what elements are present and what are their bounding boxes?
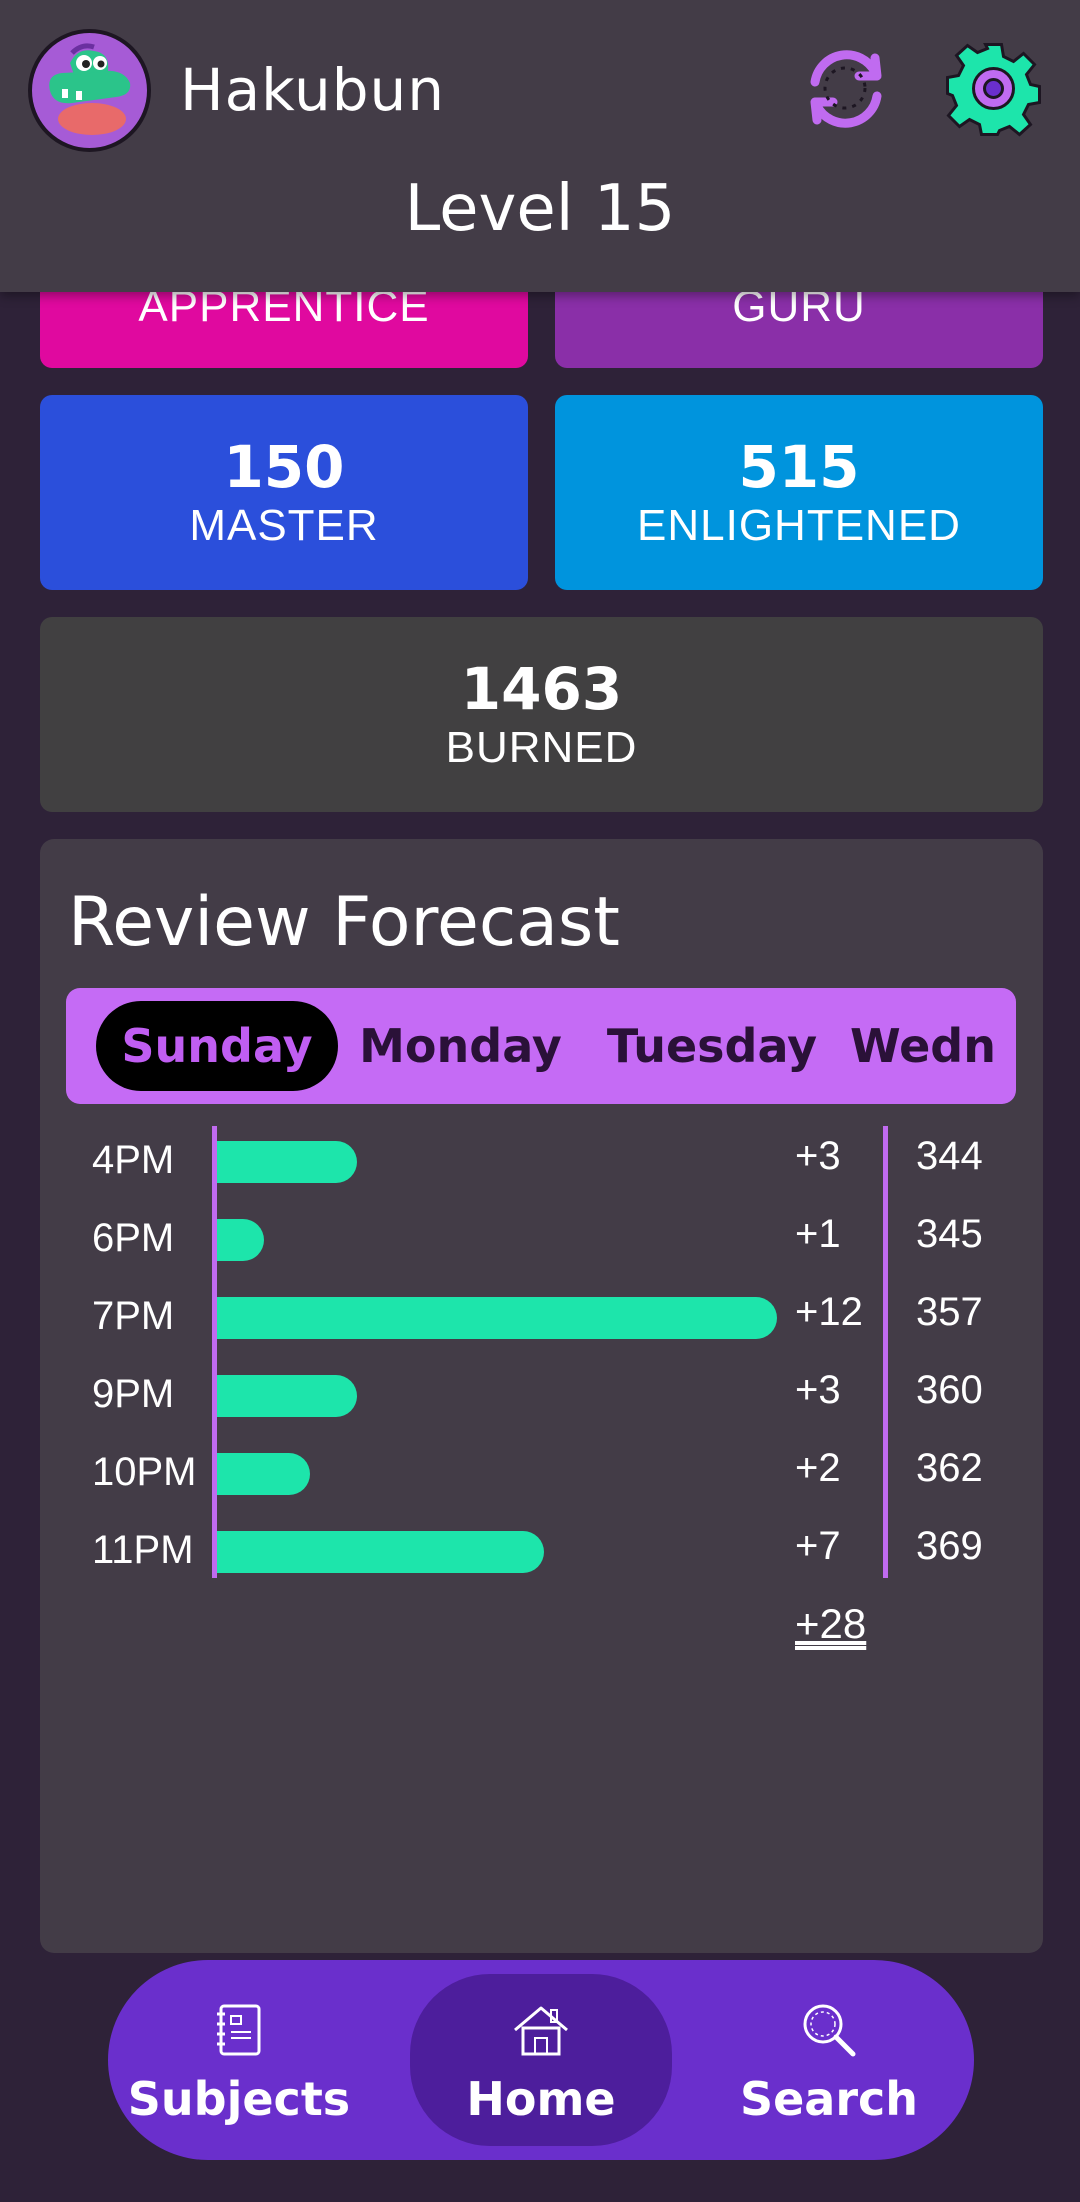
forecast-grid: 4PM +3 344 6PM +1 345 7PM +12 357 9PM +3 bbox=[40, 1126, 1043, 1647]
row-cumulative: 344 bbox=[916, 1134, 983, 1178]
forecast-row: 6PM +1 345 bbox=[40, 1204, 1043, 1282]
gear-icon[interactable] bbox=[945, 40, 1042, 137]
row-added: +3 bbox=[795, 1134, 841, 1178]
nav-subjects-label: Subjects bbox=[127, 2072, 351, 2126]
row-cumulative: 369 bbox=[916, 1524, 983, 1568]
nav-home-label: Home bbox=[466, 2072, 616, 2126]
master-count: 150 bbox=[223, 433, 345, 501]
forecast-row: 10PM +2 362 bbox=[40, 1438, 1043, 1516]
row-added: +7 bbox=[795, 1524, 841, 1568]
level-indicator: Level 15 bbox=[404, 172, 676, 246]
nav-home[interactable]: Home bbox=[410, 1974, 672, 2146]
nav-subjects[interactable]: Subjects bbox=[108, 1974, 370, 2146]
burned-card[interactable]: 1463 BURNED bbox=[40, 617, 1043, 812]
row-time: 10PM bbox=[92, 1450, 197, 1494]
forecast-row: 7PM +12 357 bbox=[40, 1282, 1043, 1360]
row-added: +3 bbox=[795, 1368, 841, 1412]
forecast-row: 4PM +3 344 bbox=[40, 1126, 1043, 1204]
row-cumulative: 357 bbox=[916, 1290, 983, 1334]
nav-search-label: Search bbox=[739, 2072, 919, 2126]
row-cumulative: 362 bbox=[916, 1446, 983, 1490]
master-label: MASTER bbox=[189, 501, 379, 550]
burned-count: 1463 bbox=[460, 655, 623, 723]
house-icon bbox=[511, 2000, 571, 2060]
row-bar bbox=[217, 1531, 544, 1573]
master-card[interactable]: 150 MASTER bbox=[40, 395, 528, 590]
row-time: 6PM bbox=[92, 1216, 175, 1260]
row-added: +1 bbox=[795, 1212, 841, 1256]
tab-tuesday[interactable]: Tuesday bbox=[596, 1001, 828, 1091]
row-bar bbox=[217, 1219, 264, 1261]
tab-sunday[interactable]: Sunday bbox=[96, 1001, 338, 1091]
nav-search[interactable]: Search bbox=[698, 1974, 960, 2146]
dashboard-screen: APPRENTICE GURU 150 MASTER 515 ENLIGHTEN… bbox=[0, 0, 1080, 2202]
row-cumulative: 360 bbox=[916, 1368, 983, 1412]
username: Hakubun bbox=[180, 56, 446, 124]
row-time: 11PM bbox=[92, 1528, 194, 1572]
bottom-nav: Subjects Home Search bbox=[108, 1960, 974, 2160]
row-added: +12 bbox=[795, 1290, 863, 1334]
row-time: 7PM bbox=[92, 1294, 175, 1338]
magnifier-icon bbox=[799, 2000, 859, 2060]
row-cumulative: 345 bbox=[916, 1212, 983, 1256]
tab-wednesday[interactable]: Wedn bbox=[850, 1001, 1016, 1091]
review-forecast-panel: Review Forecast Sunday Monday Tuesday We… bbox=[40, 839, 1043, 1953]
enlightened-label: ENLIGHTENED bbox=[637, 501, 961, 550]
row-bar bbox=[217, 1375, 357, 1417]
forecast-title: Review Forecast bbox=[68, 883, 620, 962]
enlightened-count: 515 bbox=[738, 433, 860, 501]
notebook-icon bbox=[209, 2000, 269, 2060]
day-tabs: Sunday Monday Tuesday Wedn bbox=[66, 988, 1016, 1104]
row-bar bbox=[217, 1453, 310, 1495]
row-bar bbox=[217, 1141, 357, 1183]
row-added: +2 bbox=[795, 1446, 841, 1490]
forecast-row: 9PM +3 360 bbox=[40, 1360, 1043, 1438]
forecast-total: +28 bbox=[795, 1600, 867, 1647]
row-time: 9PM bbox=[92, 1372, 175, 1416]
row-bar bbox=[217, 1297, 777, 1339]
sync-icon[interactable] bbox=[797, 40, 894, 137]
row-time: 4PM bbox=[92, 1138, 175, 1182]
app-header: Hakubun Level 15 bbox=[0, 0, 1080, 292]
enlightened-card[interactable]: 515 ENLIGHTENED bbox=[555, 395, 1043, 590]
forecast-row: 11PM +7 369 bbox=[40, 1516, 1043, 1594]
burned-label: BURNED bbox=[445, 723, 638, 772]
crocodile-avatar[interactable] bbox=[28, 29, 151, 152]
tab-monday[interactable]: Monday bbox=[348, 1001, 573, 1091]
